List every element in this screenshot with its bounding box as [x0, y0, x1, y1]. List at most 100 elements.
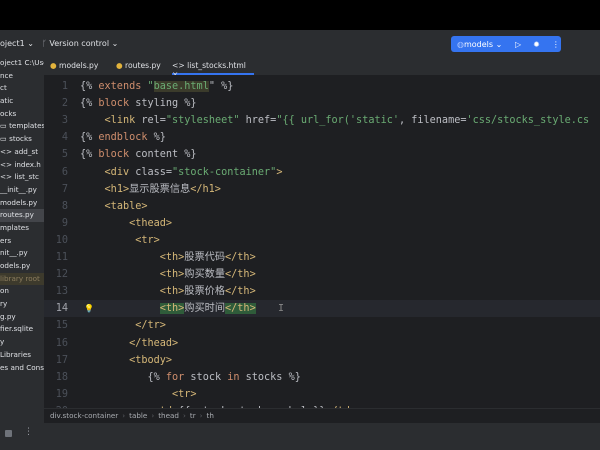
editor-tabs: ● models.py ● routes.py <> list_stocks.h… [44, 57, 600, 79]
tree-item[interactable]: models.py [0, 197, 44, 210]
tree-item[interactable]: nit__.py [0, 247, 44, 260]
code-token: 股票代码 [184, 252, 226, 263]
breadcrumb-item[interactable]: div.stock-container [50, 411, 118, 420]
tree-item[interactable]: es and Consol [0, 362, 44, 375]
lightbulb-icon[interactable]: 💡 [84, 300, 94, 317]
tree-item[interactable]: __init__.py [0, 184, 44, 197]
code-token: 股票价格 [184, 286, 226, 298]
chevron-right-icon: › [183, 411, 186, 420]
code-text: {% extends "base.html" %} [80, 78, 233, 95]
code-token: styling %} [135, 98, 197, 110]
more-vertical-icon[interactable]: ⋮ [24, 427, 33, 437]
code-line[interactable]: 15 </tr> [44, 317, 600, 334]
code-line[interactable]: 11 <th>股票代码</th> [44, 249, 600, 266]
code-token: <tr> [172, 388, 197, 400]
breadcrumb-item[interactable]: th [207, 411, 214, 420]
breadcrumb-item[interactable]: table [129, 411, 147, 420]
project-menu[interactable]: oject1 ⌄ [0, 39, 34, 48]
code-text: <th>股票代码</th> [80, 249, 256, 266]
code-line[interactable]: 7 <h1>显示股票信息</h1> [44, 181, 600, 198]
code-line[interactable]: 14 <th>购买时间</th> 💡 I [44, 300, 600, 318]
tab-list-stocks-html[interactable]: <> list_stocks.html × [172, 61, 254, 79]
tree-item[interactable]: ry [0, 298, 44, 311]
code-line[interactable]: 2 {% block styling %} [44, 95, 600, 112]
code-token: href= [245, 115, 277, 127]
chevron-right-icon: › [122, 411, 126, 420]
tree-item[interactable]: ▭ stocks [0, 133, 44, 146]
stop-icon[interactable] [5, 430, 12, 437]
breadcrumb-item[interactable]: tr [190, 411, 196, 420]
more-vertical-icon[interactable]: ⋮ [552, 40, 560, 49]
version-control-menu[interactable]: ᚴ Version control ⌄ [42, 39, 118, 48]
tree-item[interactable]: y [0, 336, 44, 349]
code-token: <th> [159, 252, 185, 263]
code-text: {% endblock %} [80, 129, 166, 146]
code-line[interactable]: 6 <div class="stock-container"> [44, 164, 600, 181]
code-line[interactable]: 9 <thead> [44, 215, 600, 232]
code-token: , filename= [399, 115, 467, 127]
code-token: %} [153, 132, 166, 144]
code-line[interactable]: 1 {% extends "base.html" %} [44, 78, 600, 95]
code-line[interactable]: 3 <link rel="stylesheet" href="{{ url_fo… [44, 112, 600, 129]
code-line[interactable]: 18 {% for stock in stocks %} [44, 369, 600, 386]
tree-item[interactable]: routes.py [0, 209, 44, 222]
code-line[interactable]: 10 <tr> [44, 232, 600, 249]
code-editor[interactable]: 1 {% extends "base.html" %} 2 {% block styl… [44, 75, 600, 408]
tree-item[interactable]: ct [0, 82, 44, 95]
code-token: <th> [159, 303, 185, 315]
code-text: <h1>显示股票信息</h1> [80, 181, 221, 198]
tree-item[interactable]: <> add_st [0, 146, 44, 159]
bug-icon[interactable]: ✹ [533, 40, 540, 49]
tab-routes-py[interactable]: ● routes.py [116, 61, 161, 70]
code-token: </h1> [190, 183, 221, 195]
code-token: </thead> [129, 337, 179, 349]
code-token: {% [80, 132, 99, 144]
code-line[interactable]: 13 <th>股票价格</th> [44, 283, 600, 300]
code-token: <table> [104, 200, 148, 212]
code-text: <th>股票价格</th> [80, 283, 256, 300]
code-line[interactable]: 4 {% endblock %} [44, 129, 600, 146]
tree-item[interactable]: library root [0, 272, 44, 286]
tree-item[interactable]: <> index.h [0, 159, 44, 172]
tree-item[interactable]: fier.sqlite [0, 323, 44, 336]
code-line[interactable]: 16 </thead> [44, 335, 600, 352]
code-line[interactable]: 19 <tr> [44, 386, 600, 403]
tree-item[interactable]: nce [0, 70, 44, 83]
tree-item[interactable]: odels.py [0, 260, 44, 273]
code-token: <h1> [104, 183, 130, 195]
tree-item[interactable]: ocks [0, 108, 44, 121]
tree-item[interactable]: ▭ templates [0, 120, 44, 133]
code-token: > [276, 166, 283, 178]
run-config-select[interactable]: ◍ models ⌄ [457, 40, 507, 49]
tree-item[interactable]: <> list_stc [0, 171, 44, 184]
breadcrumb-item[interactable]: thead [158, 411, 179, 420]
tree-item[interactable]: on [0, 285, 44, 298]
code-line[interactable]: 8 <table> [44, 198, 600, 215]
code-line[interactable]: 17 <tbody> [44, 352, 600, 369]
code-token: content %} [135, 149, 197, 161]
code-text: <thead> [80, 215, 172, 232]
chevron-right-icon: › [199, 411, 203, 420]
code-token: {% [80, 81, 99, 92]
code-token: for [165, 371, 191, 383]
code-line[interactable]: 5 {% block content %} [44, 146, 600, 163]
tree-item[interactable]: Libraries [0, 349, 44, 362]
bottom-toolbar: ⋮ [0, 423, 600, 450]
tree-item[interactable]: mplates [0, 222, 44, 235]
code-line[interactable]: 12 <th>购买数量</th> [44, 266, 600, 283]
code-token: {% [80, 98, 99, 110]
play-icon[interactable]: ▷ [515, 40, 521, 49]
tree-item[interactable]: oject1 C:\Use [0, 57, 44, 70]
line-number: 1 [61, 81, 68, 92]
tab-models-py[interactable]: ● models.py [50, 61, 98, 70]
tree-item[interactable]: atic [0, 95, 44, 108]
tree-item[interactable]: ers [0, 235, 44, 248]
tree-item[interactable]: g.py [0, 311, 44, 324]
line-number: 6 [61, 166, 68, 178]
